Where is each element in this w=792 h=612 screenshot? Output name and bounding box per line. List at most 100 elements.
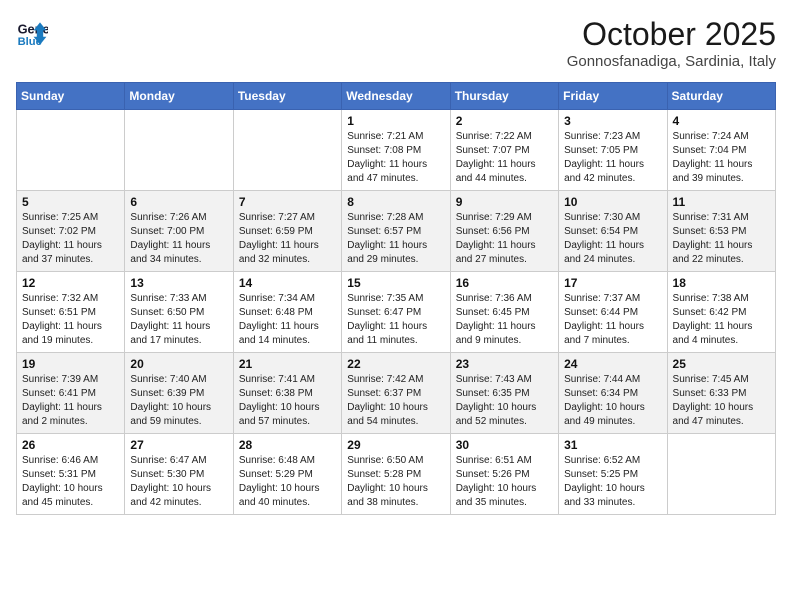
day-info: Sunrise: 6:47 AMSunset: 5:30 PMDaylight:…: [130, 454, 227, 510]
sunset-text: Sunset: 6:57 PM: [347, 225, 444, 239]
logo: General Blue: [16, 16, 48, 48]
daylight-text: Daylight: 11 hours and 47 minutes.: [347, 158, 444, 186]
sunset-text: Sunset: 6:50 PM: [130, 306, 227, 320]
day-info: Sunrise: 6:51 AMSunset: 5:26 PMDaylight:…: [456, 454, 553, 510]
day-number: 29: [347, 438, 444, 452]
day-cell-7: 7 Sunrise: 7:27 AMSunset: 6:59 PMDaylight…: [233, 191, 341, 272]
day-info: Sunrise: 7:43 AMSunset: 6:35 PMDaylight:…: [456, 373, 553, 429]
day-cell-3: 3 Sunrise: 7:23 AMSunset: 7:05 PMDaylight…: [559, 110, 667, 191]
week-row-2: 5Sunrise: 7:25 AMSunset: 7:02 PMDaylight…: [17, 191, 776, 272]
sunrise-text: Sunrise: 7:38 AM: [673, 292, 770, 306]
empty-cell: [125, 110, 233, 191]
sunrise-text: Sunrise: 7:43 AM: [456, 373, 553, 387]
daylight-text: Daylight: 10 hours and 40 minutes.: [239, 482, 336, 510]
sunset-text: Sunset: 6:56 PM: [456, 225, 553, 239]
week-row-3: 12Sunrise: 7:32 AMSunset: 6:51 PMDayligh…: [17, 272, 776, 353]
weekday-header-thursday: Thursday: [450, 83, 558, 110]
week-row-5: 26Sunrise: 6:46 AMSunset: 5:31 PMDayligh…: [17, 434, 776, 515]
sunrise-text: Sunrise: 7:42 AM: [347, 373, 444, 387]
day-cell-25: 25Sunrise: 7:45 AMSunset: 6:33 PMDayligh…: [667, 353, 775, 434]
day-number: 14: [239, 276, 336, 290]
daylight-text: Daylight: 10 hours and 42 minutes.: [130, 482, 227, 510]
day-info: Sunrise: 7:22 AMSunset: 7:07 PMDaylight:…: [456, 130, 553, 186]
day-number: 19: [22, 357, 119, 371]
day-info: Sunrise: 7:35 AMSunset: 6:47 PMDaylight:…: [347, 292, 444, 348]
day-info: Sunrise: 7:45 AMSunset: 6:33 PMDaylight:…: [673, 373, 770, 429]
sunrise-text: Sunrise: 7:40 AM: [130, 373, 227, 387]
day-cell-12: 12Sunrise: 7:32 AMSunset: 6:51 PMDayligh…: [17, 272, 125, 353]
day-info: Sunrise: 7:26 AMSunset: 7:00 PMDaylight:…: [130, 211, 227, 267]
daylight-text: Daylight: 11 hours and 19 minutes.: [22, 320, 119, 348]
day-cell-24: 24Sunrise: 7:44 AMSunset: 6:34 PMDayligh…: [559, 353, 667, 434]
sunrise-text: Sunrise: 7:26 AM: [130, 211, 227, 225]
page-header: General Blue October 2025 Gonnosfanadiga…: [16, 16, 776, 70]
sunset-text: Sunset: 6:37 PM: [347, 387, 444, 401]
empty-cell: [233, 110, 341, 191]
sunrise-text: Sunrise: 7:23 AM: [564, 130, 661, 144]
daylight-text: Daylight: 11 hours and 9 minutes.: [456, 320, 553, 348]
daylight-text: Daylight: 11 hours and 34 minutes.: [130, 239, 227, 267]
day-info: Sunrise: 7:41 AMSunset: 6:38 PMDaylight:…: [239, 373, 336, 429]
sunset-text: Sunset: 6:39 PM: [130, 387, 227, 401]
day-cell-30: 30Sunrise: 6:51 AMSunset: 5:26 PMDayligh…: [450, 434, 558, 515]
sunrise-text: Sunrise: 7:21 AM: [347, 130, 444, 144]
daylight-text: Daylight: 10 hours and 47 minutes.: [673, 401, 770, 429]
weekday-header-monday: Monday: [125, 83, 233, 110]
day-info: Sunrise: 7:30 AMSunset: 6:54 PMDaylight:…: [564, 211, 661, 267]
day-cell-13: 13Sunrise: 7:33 AMSunset: 6:50 PMDayligh…: [125, 272, 233, 353]
day-number: 13: [130, 276, 227, 290]
sunset-text: Sunset: 7:05 PM: [564, 144, 661, 158]
sunset-text: Sunset: 6:48 PM: [239, 306, 336, 320]
day-number: 15: [347, 276, 444, 290]
sunset-text: Sunset: 5:25 PM: [564, 468, 661, 482]
daylight-text: Daylight: 10 hours and 33 minutes.: [564, 482, 661, 510]
location: Gonnosfanadiga, Sardinia, Italy: [567, 53, 776, 70]
sunset-text: Sunset: 5:26 PM: [456, 468, 553, 482]
day-info: Sunrise: 7:27 AMSunset: 6:59 PMDaylight:…: [239, 211, 336, 267]
day-cell-26: 26Sunrise: 6:46 AMSunset: 5:31 PMDayligh…: [17, 434, 125, 515]
day-info: Sunrise: 7:36 AMSunset: 6:45 PMDaylight:…: [456, 292, 553, 348]
day-number: 24: [564, 357, 661, 371]
day-info: Sunrise: 7:34 AMSunset: 6:48 PMDaylight:…: [239, 292, 336, 348]
sunset-text: Sunset: 6:41 PM: [22, 387, 119, 401]
sunset-text: Sunset: 7:08 PM: [347, 144, 444, 158]
daylight-text: Daylight: 11 hours and 7 minutes.: [564, 320, 661, 348]
sunrise-text: Sunrise: 7:28 AM: [347, 211, 444, 225]
daylight-text: Daylight: 10 hours and 38 minutes.: [347, 482, 444, 510]
sunset-text: Sunset: 6:47 PM: [347, 306, 444, 320]
weekday-header-wednesday: Wednesday: [342, 83, 450, 110]
day-info: Sunrise: 6:48 AMSunset: 5:29 PMDaylight:…: [239, 454, 336, 510]
weekday-header-friday: Friday: [559, 83, 667, 110]
daylight-text: Daylight: 11 hours and 37 minutes.: [22, 239, 119, 267]
day-cell-9: 9Sunrise: 7:29 AMSunset: 6:56 PMDaylight…: [450, 191, 558, 272]
day-number: 7: [239, 195, 336, 209]
daylight-text: Daylight: 11 hours and 32 minutes.: [239, 239, 336, 267]
sunset-text: Sunset: 6:53 PM: [673, 225, 770, 239]
day-cell-14: 14 Sunrise: 7:34 AMSunset: 6:48 PMDayligh…: [233, 272, 341, 353]
daylight-text: Daylight: 11 hours and 22 minutes.: [673, 239, 770, 267]
day-number: 2: [456, 114, 553, 128]
day-number: 3: [564, 114, 661, 128]
weekday-header-row: SundayMondayTuesdayWednesdayThursdayFrid…: [17, 83, 776, 110]
day-info: Sunrise: 7:21 AMSunset: 7:08 PMDaylight:…: [347, 130, 444, 186]
day-number: 8: [347, 195, 444, 209]
day-info: Sunrise: 7:28 AMSunset: 6:57 PMDaylight:…: [347, 211, 444, 267]
day-number: 17: [564, 276, 661, 290]
day-number: 11: [673, 195, 770, 209]
sunset-text: Sunset: 6:59 PM: [239, 225, 336, 239]
daylight-text: Daylight: 10 hours and 52 minutes.: [456, 401, 553, 429]
sunrise-text: Sunrise: 7:37 AM: [564, 292, 661, 306]
day-number: 20: [130, 357, 227, 371]
day-cell-1: 1Sunrise: 7:21 AMSunset: 7:08 PMDaylight…: [342, 110, 450, 191]
day-cell-11: 11Sunrise: 7:31 AMSunset: 6:53 PMDayligh…: [667, 191, 775, 272]
day-cell-21: 21Sunrise: 7:41 AMSunset: 6:38 PMDayligh…: [233, 353, 341, 434]
day-info: Sunrise: 6:52 AMSunset: 5:25 PMDaylight:…: [564, 454, 661, 510]
day-cell-31: 31Sunrise: 6:52 AMSunset: 5:25 PMDayligh…: [559, 434, 667, 515]
day-cell-8: 8 Sunrise: 7:28 AMSunset: 6:57 PMDaylight…: [342, 191, 450, 272]
sunrise-text: Sunrise: 7:25 AM: [22, 211, 119, 225]
weekday-header-tuesday: Tuesday: [233, 83, 341, 110]
sunset-text: Sunset: 5:31 PM: [22, 468, 119, 482]
month-title: October 2025: [567, 16, 776, 53]
sunset-text: Sunset: 6:44 PM: [564, 306, 661, 320]
day-info: Sunrise: 7:23 AMSunset: 7:05 PMDaylight:…: [564, 130, 661, 186]
